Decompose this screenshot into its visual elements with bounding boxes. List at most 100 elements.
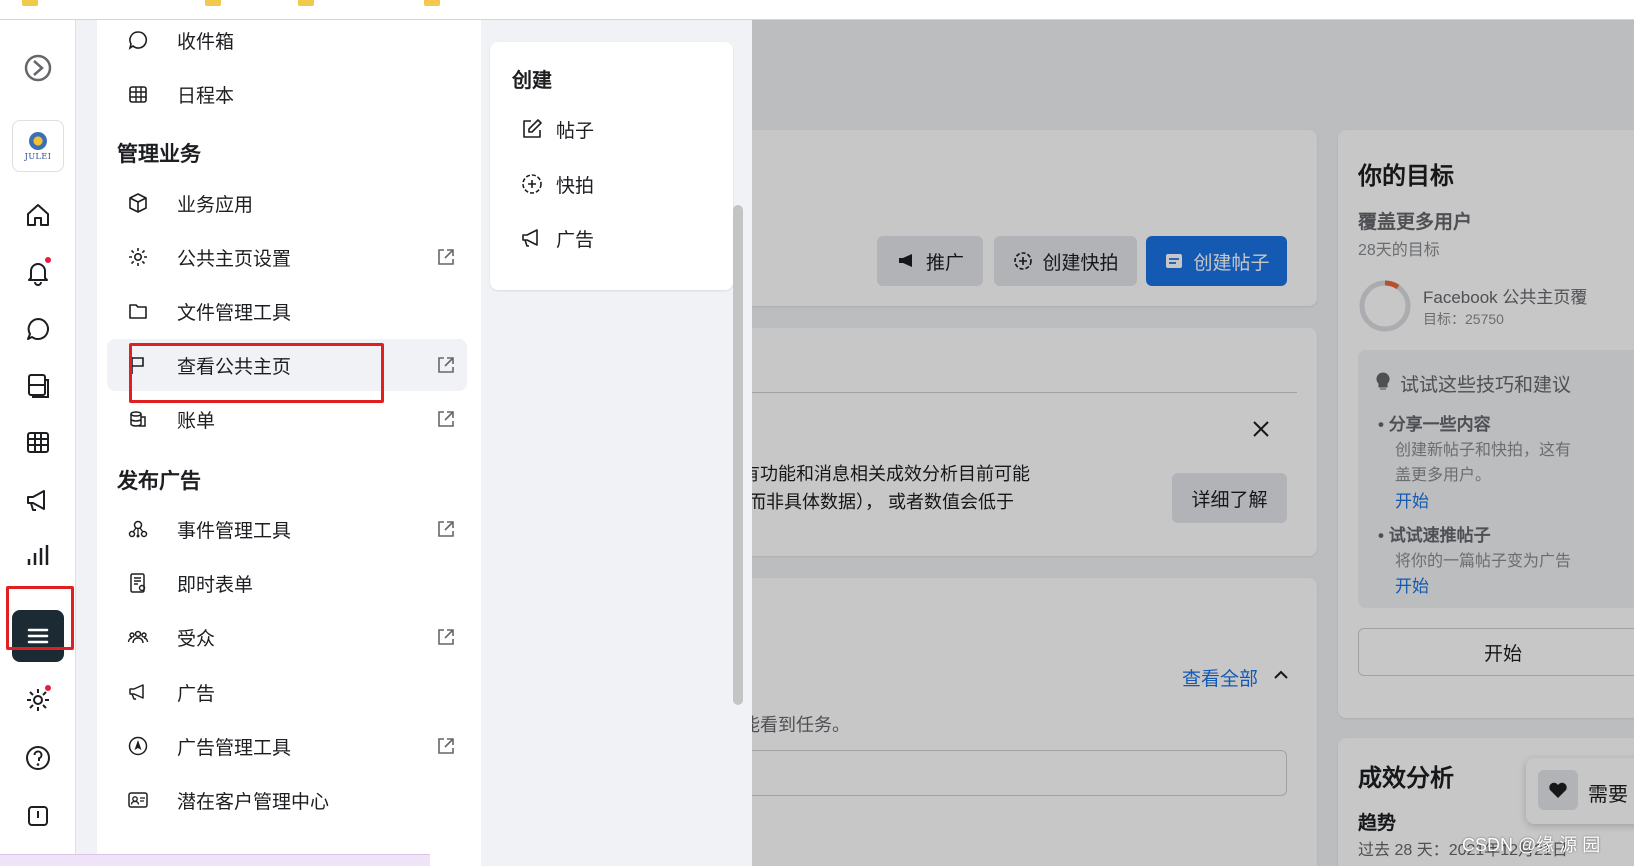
- bookmark-folder-icon[interactable]: [424, 0, 440, 6]
- tip2-title: • 试试速推帖子: [1378, 526, 1491, 545]
- chevron-up-icon[interactable]: [1272, 666, 1290, 684]
- tip1-start-link[interactable]: 开始: [1395, 487, 1429, 512]
- create-post-label: 创建帖子: [1193, 252, 1270, 274]
- tip2-title-text: 试试速推帖子: [1388, 526, 1491, 545]
- audience-icon: [125, 624, 151, 650]
- folder-icon: [125, 298, 151, 324]
- tip1-line2: 盖更多用户。: [1395, 467, 1492, 484]
- menu-label: 潜在客户管理中心: [177, 791, 330, 813]
- menu-item-business-apps[interactable]: 业务应用: [107, 177, 467, 229]
- external-link-icon: [438, 357, 454, 373]
- performance-title: 成效分析: [1358, 765, 1454, 792]
- home-icon[interactable]: [18, 195, 58, 235]
- menu-item-instant-forms[interactable]: 即时表单: [107, 557, 467, 609]
- menu-label: 事件管理工具: [177, 520, 292, 542]
- lightbulb-icon: [1376, 372, 1390, 390]
- page-avatar[interactable]: JULEI: [12, 120, 64, 172]
- megaphone-icon: [522, 229, 538, 247]
- goals-card: 你的目标 覆盖更多用户 28天的目标 Facebook 公共主页覆 目标：257…: [1338, 130, 1634, 718]
- task-input[interactable]: [752, 750, 1287, 796]
- meta-logo-icon[interactable]: [18, 48, 58, 88]
- goals-start-button[interactable]: 开始: [1358, 628, 1634, 676]
- menu-item-audiences[interactable]: 受众: [107, 611, 467, 663]
- settings-icon[interactable]: [18, 680, 58, 720]
- notifications-icon[interactable]: [18, 252, 58, 292]
- menu-item-ads-manager[interactable]: 广告管理工具: [107, 720, 467, 772]
- logo-flower-icon: [29, 131, 47, 150]
- avatar-brand: JULEI: [24, 151, 52, 161]
- report-icon[interactable]: [18, 795, 58, 835]
- external-link-icon: [438, 738, 454, 754]
- trend-label: 趋势: [1358, 813, 1397, 834]
- goals-start-label: 开始: [1483, 643, 1522, 665]
- gear-icon: [125, 244, 151, 270]
- menu-item-leads-center[interactable]: 潜在客户管理中心: [107, 774, 467, 826]
- insights-icon[interactable]: [18, 535, 58, 575]
- bookmark-folder-icon[interactable]: [22, 0, 38, 6]
- bookmark-folder-icon[interactable]: [298, 0, 314, 6]
- menu-item-file-manager[interactable]: 文件管理工具: [107, 285, 467, 337]
- goals-title: 你的目标: [1358, 163, 1454, 190]
- menu-label: 文件管理工具: [177, 302, 292, 324]
- external-link-icon: [438, 411, 454, 427]
- create-card: 创建 帖子 快拍 广告: [490, 42, 733, 290]
- megaphone-icon: [125, 679, 151, 705]
- tip1-title-text: 分享一些内容: [1388, 415, 1491, 434]
- create-post-item[interactable]: 帖子: [500, 104, 720, 154]
- menu-item-billing[interactable]: 账单: [107, 393, 467, 445]
- status-strip: [0, 854, 430, 866]
- create-story-label: 创建快拍: [1042, 252, 1119, 274]
- external-link-icon: [438, 249, 454, 265]
- content-icon[interactable]: [18, 365, 58, 405]
- create-story-item[interactable]: 快拍: [500, 159, 720, 209]
- contacts-icon: [125, 787, 151, 813]
- cube-icon: [125, 190, 151, 216]
- notification-dot: [44, 256, 52, 264]
- story-plus-icon: [522, 174, 542, 194]
- menu-item-calendar[interactable]: 日程本: [107, 68, 467, 120]
- tip2-start-link[interactable]: 开始: [1395, 572, 1429, 597]
- planner-icon[interactable]: [18, 422, 58, 462]
- megaphone-icon: [898, 254, 912, 267]
- tip1-line1: 创建新帖子和快拍，这有: [1395, 442, 1572, 459]
- bookmark-folder-icon[interactable]: [205, 0, 221, 6]
- view-all-link[interactable]: 查看全部: [1182, 664, 1258, 691]
- need-help-text: 需要: [1588, 784, 1628, 806]
- goal-metric: Facebook 公共主页覆: [1423, 288, 1588, 307]
- menu-item-page-settings[interactable]: 公共主页设置: [107, 231, 467, 283]
- form-icon: [125, 570, 151, 596]
- create-label: 快拍: [556, 175, 595, 197]
- create-label: 广告: [556, 229, 595, 251]
- close-icon[interactable]: [1250, 418, 1272, 440]
- tasks-hint: 能看到任务。: [752, 715, 850, 735]
- create-story-button[interactable]: 创建快拍: [994, 236, 1137, 286]
- story-plus-icon: [1014, 252, 1033, 270]
- promote-label: 推广: [925, 252, 964, 274]
- menu-label: 查看公共主页: [177, 356, 292, 378]
- menu-item-inbox[interactable]: 收件箱: [107, 20, 467, 66]
- menu-item-view-page[interactable]: 查看公共主页: [107, 339, 467, 391]
- menu-item-ads[interactable]: 广告: [107, 666, 467, 718]
- help-icon[interactable]: [18, 738, 58, 778]
- goal-period: 28天的目标: [1358, 242, 1440, 259]
- create-post-button[interactable]: 创建帖子: [1146, 236, 1287, 286]
- ads-icon[interactable]: [18, 480, 58, 520]
- create-title: 创建: [512, 70, 552, 92]
- learn-more-button[interactable]: 详细了解: [1172, 473, 1287, 523]
- all-tools-menu-button[interactable]: [12, 610, 64, 662]
- menu-item-events-manager[interactable]: 事件管理工具: [107, 503, 467, 555]
- flag-icon: [125, 352, 151, 378]
- create-ad-item[interactable]: 广告: [500, 213, 720, 263]
- scrollbar[interactable]: [733, 205, 743, 705]
- inbox-icon: [125, 27, 151, 53]
- bookmarks-bar: [0, 0, 1634, 20]
- goal-progress-ring: [1359, 280, 1411, 332]
- notice-card: 有功能和消息相关成效分析目前可能 (而非具体数据）， 或者数值会低于 详细了解: [752, 328, 1317, 556]
- help-chat-bubble[interactable]: 需要: [1526, 758, 1634, 824]
- messages-icon[interactable]: [18, 309, 58, 349]
- promote-button[interactable]: 推广: [877, 236, 983, 286]
- learn-more-label: 详细了解: [1191, 489, 1268, 511]
- hamburger-icon: [27, 628, 49, 644]
- billing-icon: [125, 406, 151, 432]
- tips-title: 试试这些技巧和建议: [1400, 375, 1572, 396]
